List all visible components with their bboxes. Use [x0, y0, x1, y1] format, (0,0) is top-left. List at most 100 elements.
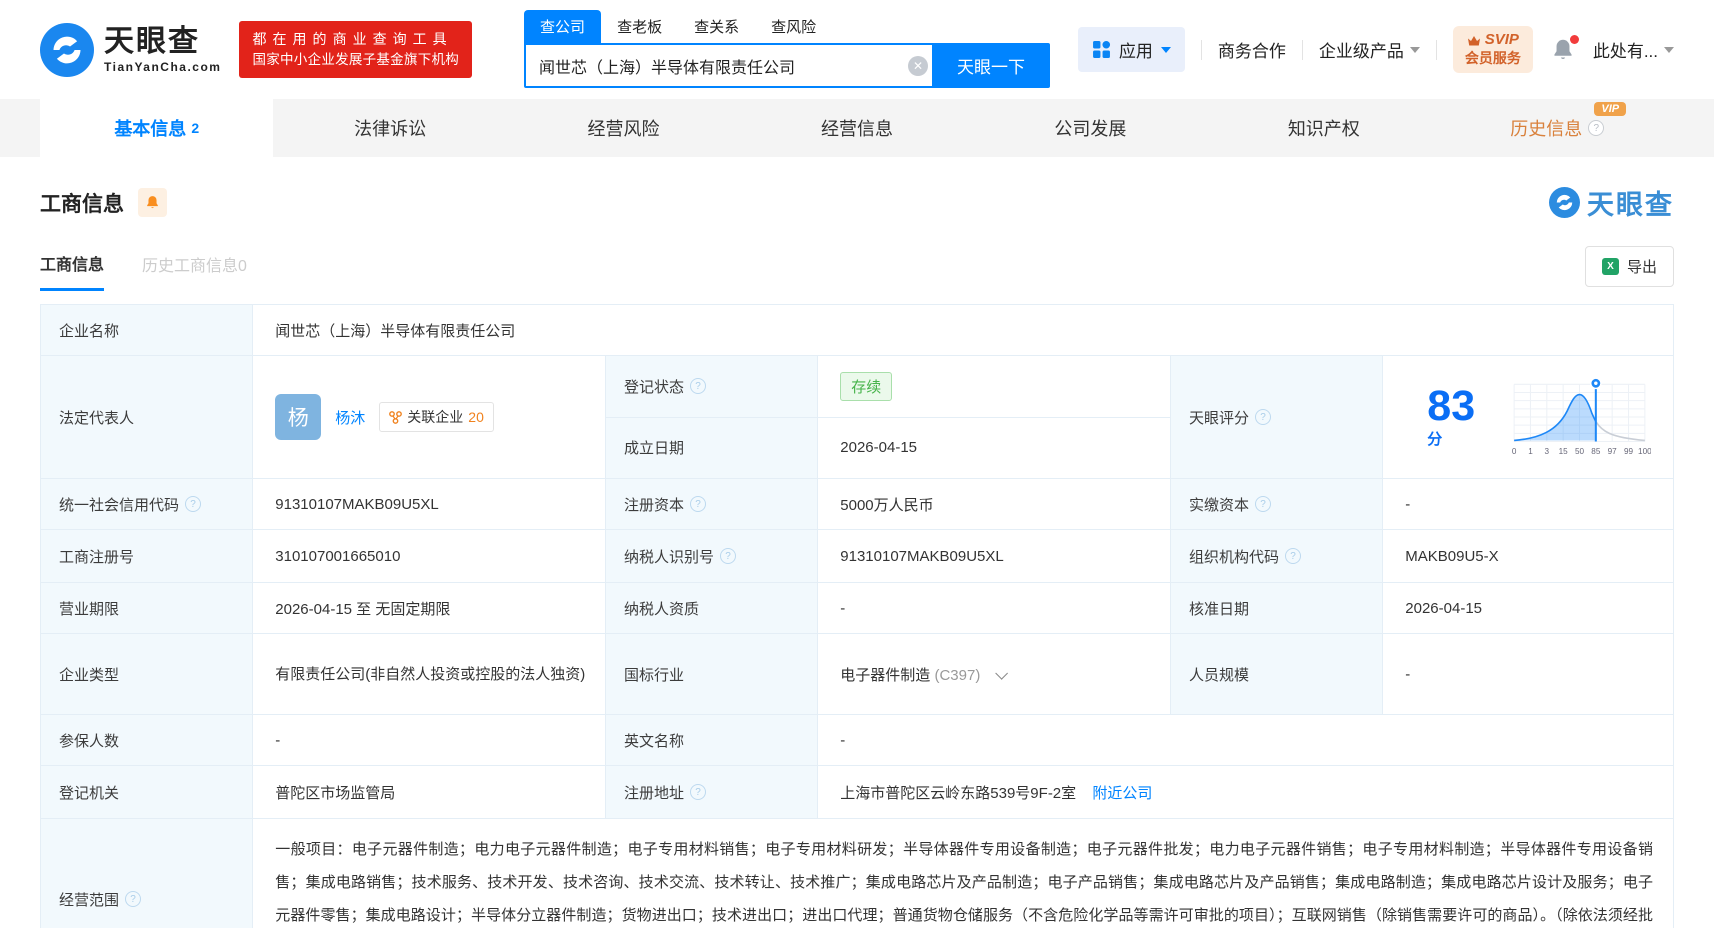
- enterprise-products-link[interactable]: 企业级产品: [1319, 37, 1420, 62]
- credit-code-value: 91310107MAKB09U5XL: [252, 478, 606, 530]
- company-nav-bar: 基本信息 2 法律诉讼 经营风险 经营信息 公司发展 知识产权 VIP 历史信息: [0, 99, 1714, 157]
- business-term-label: 营业期限: [39, 582, 254, 634]
- svg-text:100: 100: [1638, 447, 1651, 456]
- clear-search-icon[interactable]: [908, 56, 929, 76]
- org-code-label: 组织机构代码: [1169, 529, 1384, 583]
- approval-date-label: 核准日期: [1169, 582, 1384, 634]
- score-value: 83: [1427, 382, 1476, 430]
- reg-address-label-text: 注册地址: [624, 784, 685, 802]
- staff-size-label: 人员规模: [1169, 633, 1384, 715]
- search-input[interactable]: [524, 43, 941, 88]
- score-unit: 分: [1427, 431, 1443, 448]
- reg-status-label-text: 登记状态: [624, 378, 685, 396]
- reg-address-value: 上海市普陀区云岭东路539号9F-2室 附近公司: [817, 765, 1674, 819]
- divider: [1435, 39, 1437, 60]
- industry-name: 电子器件制造: [840, 666, 931, 684]
- chevron-down-icon[interactable]: [994, 666, 1008, 680]
- header-menu: 应用 商务合作 企业级产品 SVIP 会员服务 此处有...: [1077, 26, 1674, 73]
- svip-label-top: SVIP: [1484, 31, 1519, 49]
- legal-rep-label: 法定代表人: [39, 355, 254, 479]
- tab-history-label: 历史信息: [1510, 119, 1583, 139]
- bell-icon: [147, 196, 158, 209]
- tab-intellectual-property[interactable]: 知识产权: [1207, 99, 1440, 157]
- search-tab-company[interactable]: 查公司: [524, 10, 602, 43]
- chevron-down-icon: [1160, 46, 1171, 53]
- tab-history-info[interactable]: VIP 历史信息: [1441, 99, 1674, 157]
- related-companies-count: 20: [468, 409, 484, 425]
- business-cooperation-link[interactable]: 商务合作: [1218, 37, 1286, 62]
- subtab-history-business-info[interactable]: 历史工商信息0: [142, 252, 247, 289]
- chevron-down-icon: [1409, 46, 1420, 53]
- approval-date-value: 2026-04-15: [1382, 582, 1674, 634]
- tab-operation-info[interactable]: 经营信息: [740, 99, 973, 157]
- legal-rep-avatar[interactable]: 杨: [275, 394, 322, 440]
- taxpayer-id-label-text: 纳税人识别号: [624, 548, 715, 566]
- industry-value: 电子器件制造 (C397): [817, 633, 1171, 715]
- help-icon[interactable]: [1588, 120, 1605, 136]
- legal-rep-name-link[interactable]: 杨沐: [335, 407, 365, 428]
- business-scope-text: 一般项目：电子元器件制造；电力电子元器件制造；电子专用材料销售；电子专用材料研发…: [275, 841, 1653, 924]
- reg-capital-label-text: 注册资本: [624, 496, 685, 514]
- taxpayer-id-value: 91310107MAKB09U5XL: [817, 529, 1171, 583]
- search-tabs: 查公司 查老板 查关系 查风险: [524, 10, 1050, 43]
- watermark-text: 天眼查: [1587, 190, 1674, 220]
- tab-legal-proceedings[interactable]: 法律诉讼: [273, 99, 506, 157]
- brand-domain: TianYanCha.com: [104, 59, 222, 74]
- credit-code-label-text: 统一社会信用代码: [59, 496, 180, 514]
- search-tab-boss[interactable]: 查老板: [601, 10, 678, 43]
- search-tab-relation[interactable]: 查关系: [678, 10, 755, 43]
- export-button[interactable]: 导出: [1584, 246, 1674, 287]
- reg-address-label: 注册地址: [604, 765, 819, 819]
- reg-capital-value: 5000万人民币: [817, 478, 1171, 530]
- tianyancha-logo[interactable]: 天眼查 TianYanCha.com: [40, 22, 222, 77]
- help-icon[interactable]: [1255, 409, 1272, 425]
- crown-icon: [1467, 36, 1480, 46]
- tab-basic-info[interactable]: 基本信息 2: [40, 99, 274, 157]
- nearby-companies-link[interactable]: 附近公司: [1092, 785, 1152, 802]
- help-icon[interactable]: [1285, 548, 1302, 564]
- tab-operation-risk[interactable]: 经营风险: [507, 99, 740, 157]
- help-icon[interactable]: [125, 891, 142, 907]
- industry-label: 国标行业: [604, 633, 819, 715]
- help-icon[interactable]: [690, 784, 707, 800]
- svg-text:0: 0: [1512, 447, 1517, 456]
- main-content: 工商信息 天眼查 工商信息 历史工商信息0 导出: [0, 183, 1714, 928]
- related-companies-badge[interactable]: 关联企业 20: [379, 402, 494, 432]
- watermark-logo: 天眼查: [1549, 183, 1674, 222]
- related-companies-label: 关联企业: [407, 409, 464, 425]
- help-icon[interactable]: [690, 378, 707, 395]
- subscribe-bell-button[interactable]: [138, 188, 167, 217]
- brand-slogan: 都在用的商业查询工具 国家中小企业发展子基金旗下机构: [239, 20, 473, 79]
- divider: [1200, 39, 1202, 60]
- taxpayer-id-label: 纳税人识别号: [604, 529, 819, 583]
- search-tab-risk[interactable]: 查风险: [755, 10, 832, 43]
- reg-status-label: 登记状态: [604, 355, 819, 418]
- notifications-button[interactable]: [1551, 34, 1579, 62]
- svip-member-button[interactable]: SVIP 会员服务: [1452, 26, 1533, 73]
- org-code-value: MAKB09U5-X: [1382, 529, 1674, 583]
- reg-authority-label: 登记机关: [39, 765, 254, 819]
- reg-status-value: 存续: [817, 355, 1171, 418]
- apps-label: 应用: [1118, 42, 1153, 61]
- svg-text:99: 99: [1624, 447, 1634, 456]
- tab-company-development[interactable]: 公司发展: [974, 99, 1207, 157]
- tab-operation-label: 经营信息: [820, 119, 893, 139]
- slogan-line2: 国家中小企业发展子基金旗下机构: [252, 51, 460, 67]
- section-title: 工商信息: [40, 192, 124, 216]
- help-icon[interactable]: [720, 548, 737, 564]
- tianyancha-logo-icon: [1549, 187, 1580, 218]
- insured-count-label: 参保人数: [39, 714, 254, 766]
- reg-authority-value: 普陀区市场监管局: [252, 765, 606, 819]
- search-button[interactable]: 天眼一下: [932, 43, 1051, 88]
- export-label: 导出: [1626, 259, 1657, 276]
- help-icon[interactable]: [1255, 496, 1272, 512]
- help-icon[interactable]: [185, 496, 202, 512]
- help-icon[interactable]: [690, 496, 707, 512]
- apps-menu-button[interactable]: 应用: [1077, 27, 1185, 72]
- subtab-business-info[interactable]: 工商信息: [40, 251, 105, 291]
- slogan-line1: 都在用的商业查询工具: [252, 30, 453, 47]
- tab-legal-label: 法律诉讼: [354, 119, 427, 139]
- enterprise-products-label: 企业级产品: [1318, 42, 1404, 61]
- user-account-menu[interactable]: 此处有...: [1593, 37, 1674, 62]
- reg-address-text: 上海市普陀区云岭东路539号9F-2室: [840, 784, 1077, 802]
